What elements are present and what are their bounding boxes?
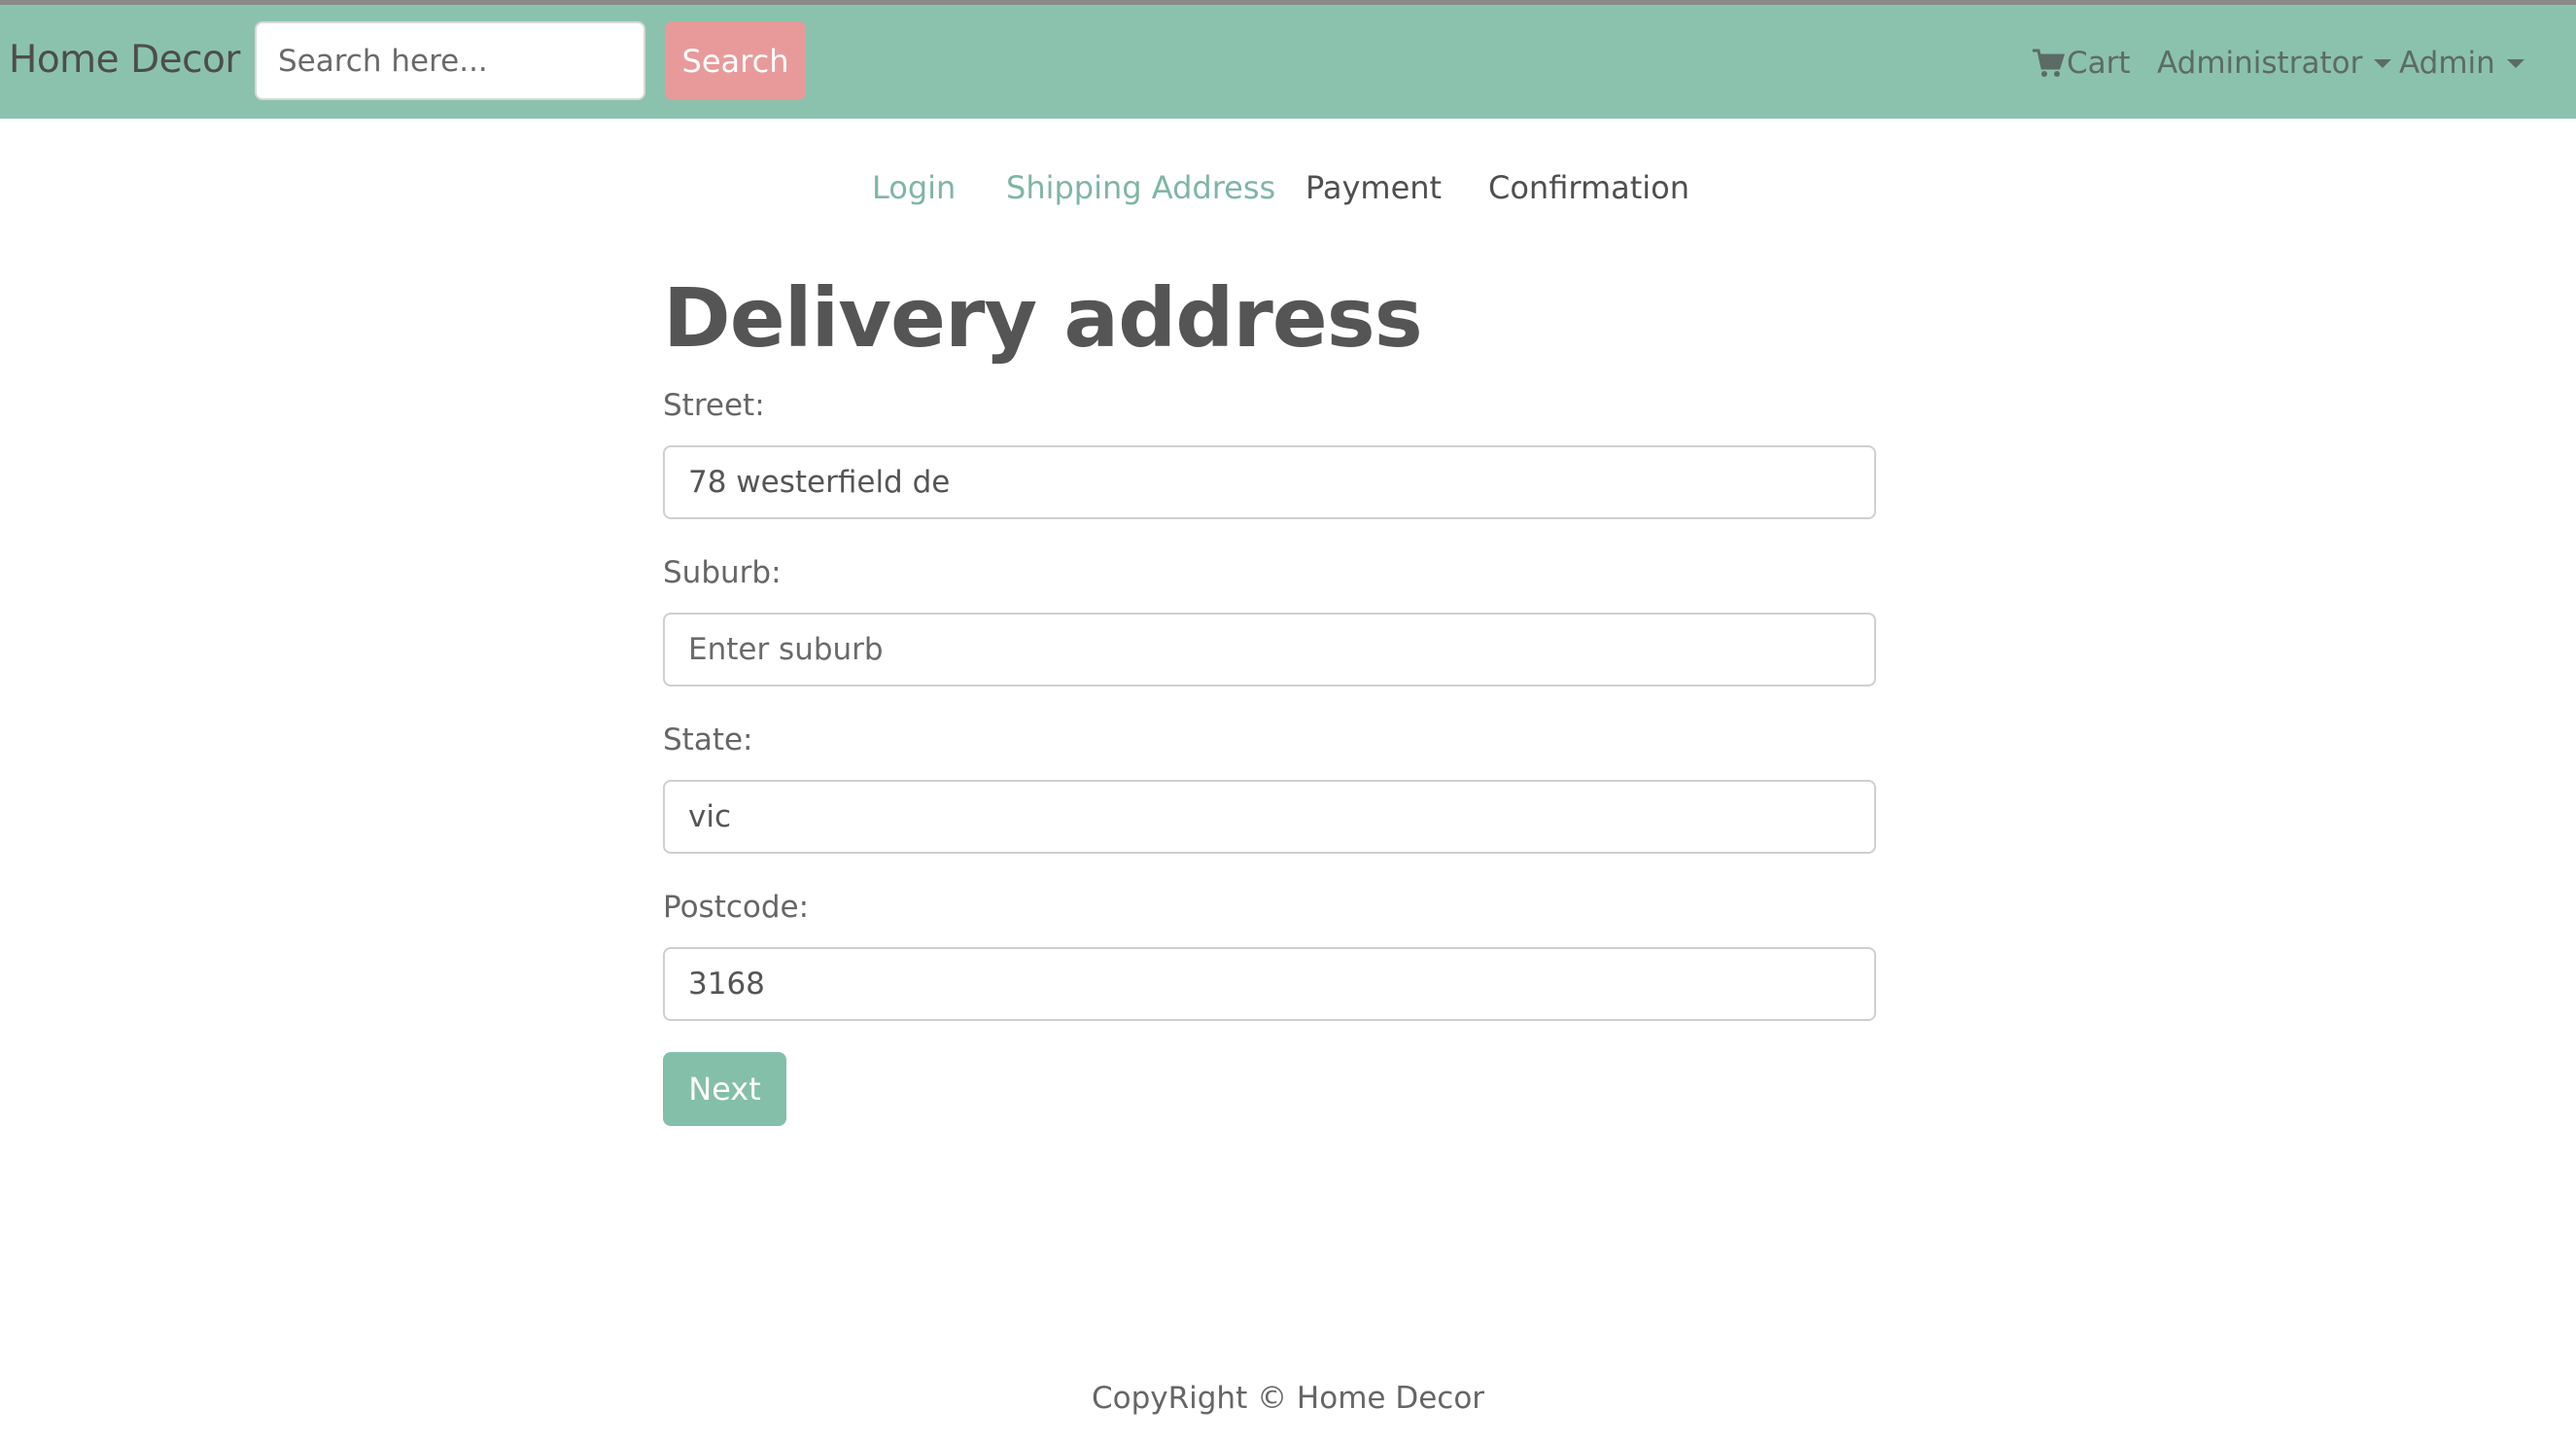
step-login[interactable]: Login — [872, 169, 956, 206]
brand-logo[interactable]: Home Decor — [9, 38, 240, 82]
admin-label: Admin — [2399, 46, 2495, 81]
search-input[interactable] — [255, 21, 645, 100]
state-label: State: — [663, 722, 753, 757]
step-confirmation: Confirmation — [1488, 169, 1690, 206]
postcode-label: Postcode: — [663, 890, 810, 925]
search-button[interactable]: Search — [665, 21, 806, 100]
next-button[interactable]: Next — [663, 1052, 786, 1126]
chevron-down-icon — [2506, 58, 2524, 68]
street-field[interactable] — [663, 445, 1876, 519]
footer-copyright: CopyRight © Home Decor — [1091, 1381, 1485, 1416]
administrator-label: Administrator — [2157, 46, 2363, 81]
step-shipping-address[interactable]: Shipping Address — [1006, 169, 1275, 206]
navbar: Home Decor Search Cart Administrator Adm… — [0, 5, 2576, 119]
page-title: Delivery address — [663, 270, 1423, 366]
street-label: Street: — [663, 388, 765, 423]
suburb-field[interactable] — [663, 613, 1876, 686]
cart-link[interactable]: Cart — [2032, 46, 2131, 81]
checkout-steps: Login Shipping Address Payment Confirmat… — [0, 169, 2576, 218]
step-payment: Payment — [1305, 169, 1443, 206]
state-field[interactable] — [663, 780, 1876, 854]
cart-icon — [2033, 49, 2065, 77]
postcode-field[interactable] — [663, 947, 1876, 1021]
cart-label: Cart — [2067, 46, 2131, 81]
suburb-label: Suburb: — [663, 555, 782, 590]
administrator-dropdown[interactable]: Administrator — [2157, 46, 2392, 81]
admin-dropdown[interactable]: Admin — [2399, 46, 2524, 81]
chevron-down-icon — [2374, 58, 2392, 68]
